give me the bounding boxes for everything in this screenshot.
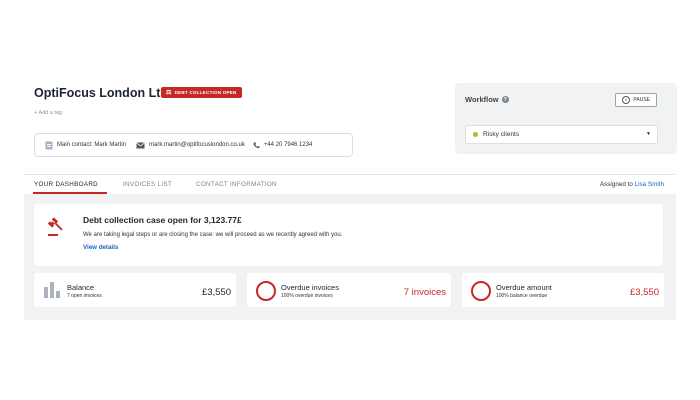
overdue-invoices-label: Overdue invoices [281,283,339,292]
alert-text: We are taking legal steps or are closing… [83,232,343,238]
workflow-heading: Workflow ? [465,95,509,104]
status-dot [473,132,478,137]
workflow-panel: Workflow ? II PAUSE Risky clients ▼ [455,83,677,154]
phone-icon [253,142,260,148]
help-icon[interactable]: ? [501,96,509,103]
phone-text: +44 20 7946 1234 [263,142,313,148]
assigned-to: Assigned to Lisa Smith [600,181,664,188]
workflow-selected: Risky clients [483,131,520,138]
workflow-select[interactable]: Risky clients ▼ [465,125,658,144]
contact-email[interactable]: mark.martin@optifocuslondon.co.uk [136,141,245,149]
workflow-title: Workflow [465,95,499,104]
bar-chart-icon [44,282,60,298]
circle-icon [471,281,491,301]
overdue-amount-label: Overdue amount [496,283,552,292]
overdue-invoices-card[interactable]: Overdue invoices 100% overdue invoices 7… [247,273,451,307]
gavel-icon [47,217,63,236]
pause-label: PAUSE [633,97,650,103]
add-tag-link[interactable]: + Add a tag [34,110,62,116]
debt-collection-badge: ⚖ DEBT COLLECTION OPEN [161,87,242,98]
overdue-amount-sub: 100% balance overdue [496,293,548,299]
company-name: OptiFocus London Ltd [34,86,168,100]
debt-alert-card: Debt collection case open for 3,123.77£ … [34,204,663,266]
contact-phone[interactable]: +44 20 7946 1234 [253,142,313,149]
main-contact-label: Main contact: Mark Martin [57,142,127,148]
balance-sub: 7 open invoices [67,293,102,299]
main-contact: Main contact: Mark Martin [45,141,126,150]
pause-icon: II [622,96,631,104]
assigned-user-link[interactable]: Lisa Smith [635,181,664,188]
overdue-invoices-sub: 100% overdue invoices [281,293,333,299]
badge-label: DEBT COLLECTION OPEN [174,90,237,95]
overdue-invoices-value: 7 invoices [403,287,446,298]
balance-value: £3,550 [201,287,231,298]
alert-title: Debt collection case open for 3,123.77£ [83,215,242,225]
circle-icon [256,281,276,301]
mail-icon [136,141,145,148]
overdue-amount-card[interactable]: Overdue amount 100% balance overdue £3,5… [462,273,664,307]
tab-invoices-list[interactable]: INVOICES LIST [123,181,172,188]
contact-box: Main contact: Mark Martin mark.martin@op… [34,133,353,157]
tab-your-dashboard[interactable]: YOUR DASHBOARD [34,181,98,188]
balance-card[interactable]: Balance 7 open invoices £3,550 [34,273,236,307]
chevron-down-icon: ▼ [646,131,651,137]
assigned-prefix: Assigned to [599,181,633,188]
tab-contact-information[interactable]: CONTACT INFORMATION [196,181,277,188]
contact-card-icon [45,141,53,149]
overdue-amount-value: £3,550 [629,287,659,298]
view-details-link[interactable]: View details [83,244,118,251]
balance-label: Balance [67,283,95,292]
gavel-icon: ⚖ [166,89,172,96]
pause-button[interactable]: II PAUSE [615,93,657,107]
email-text: mark.martin@optifocuslondon.co.uk [149,142,245,148]
tabs-bar: YOUR DASHBOARD INVOICES LIST CONTACT INF… [24,174,676,195]
